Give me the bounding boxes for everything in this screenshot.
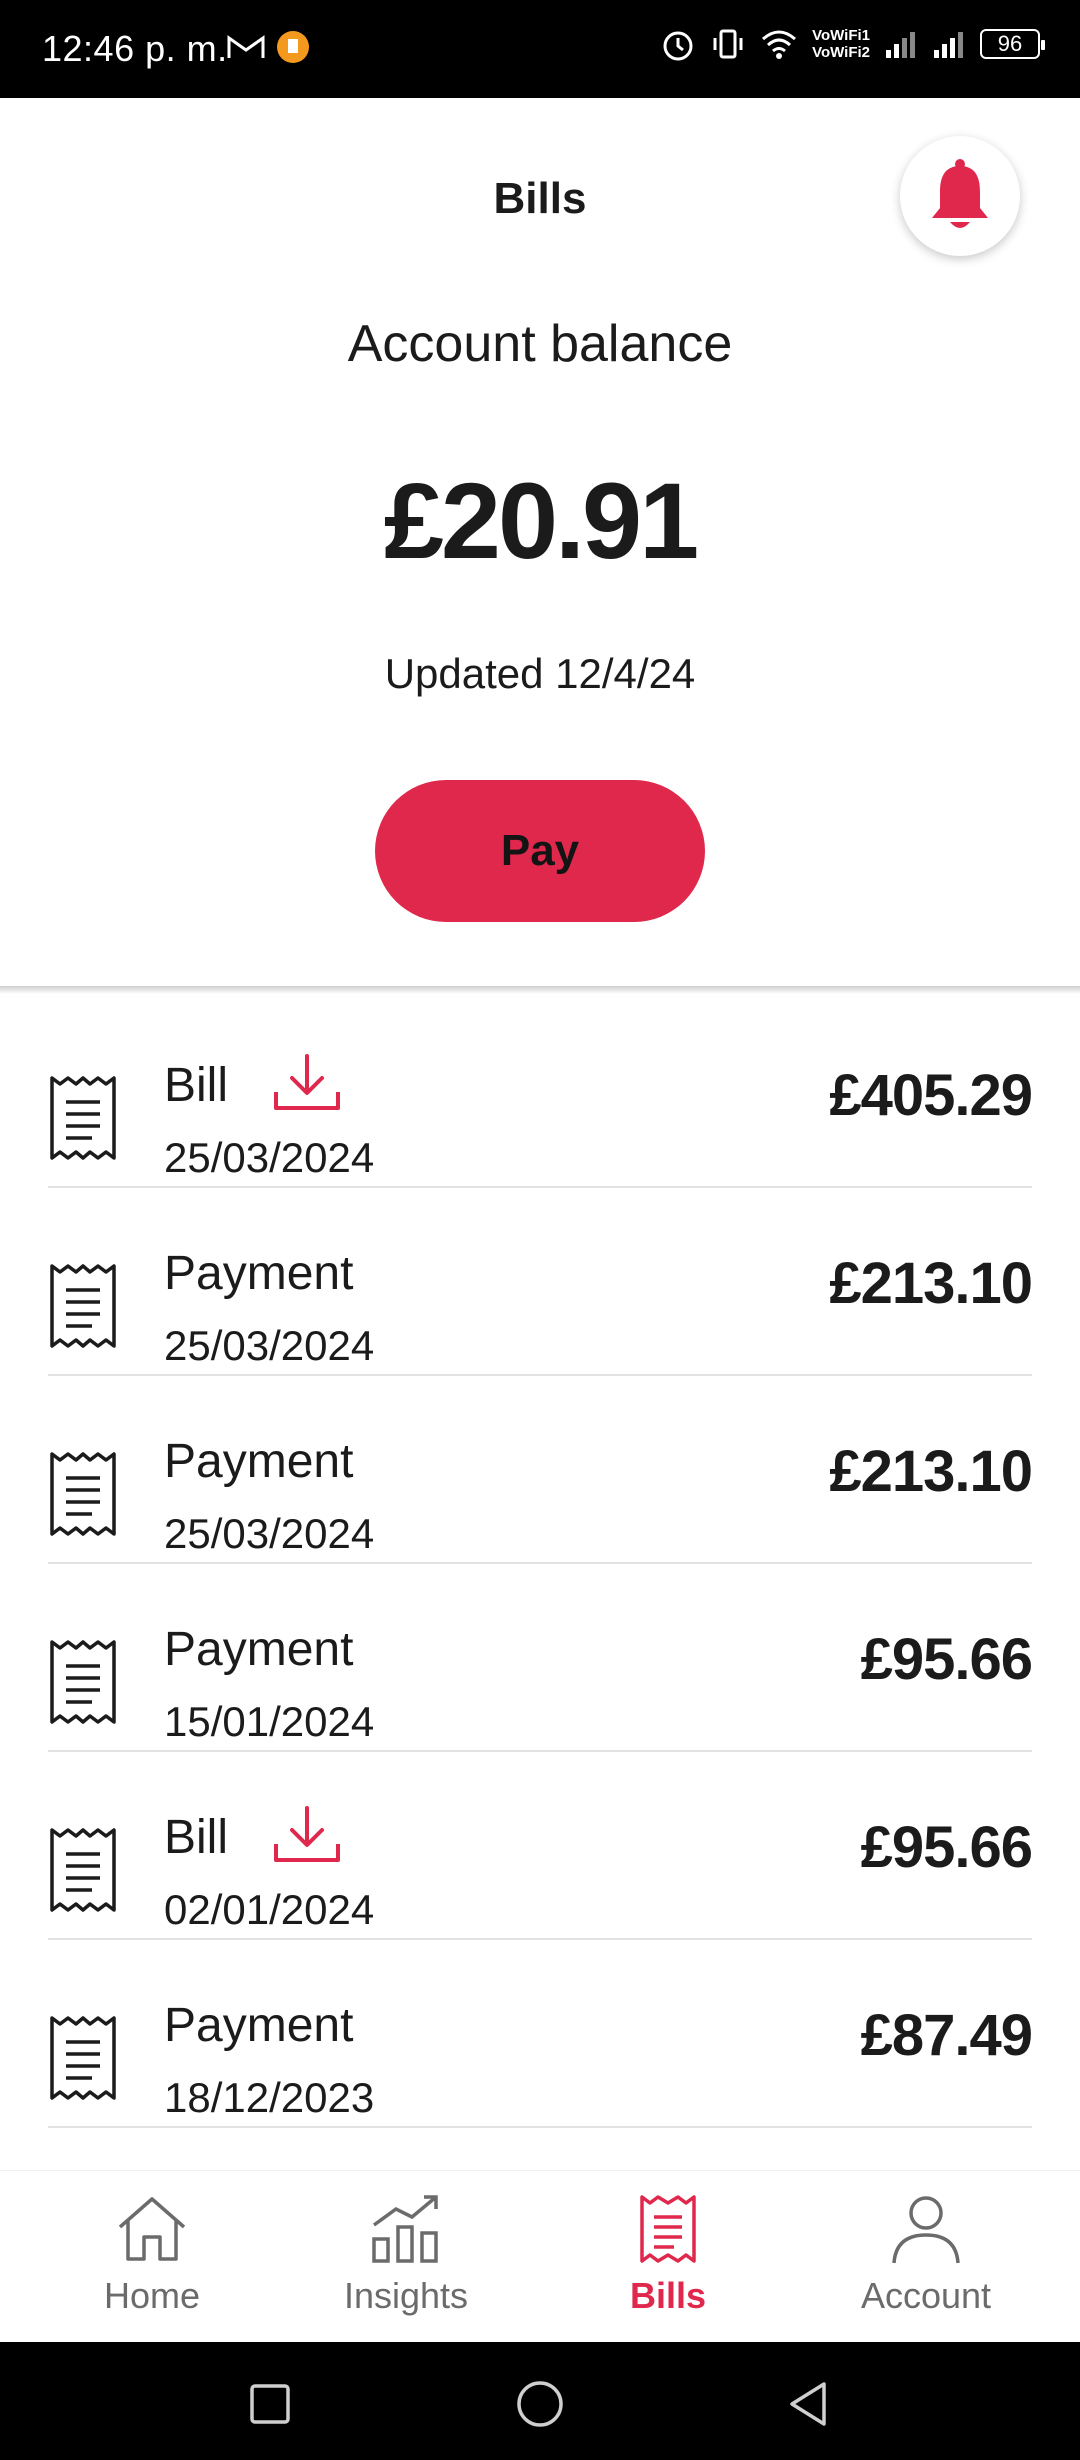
balance-header: Bills Account balance £20.91 Updated 12/… (0, 98, 1080, 986)
recent-apps-button[interactable] (240, 2374, 300, 2434)
transaction-amount: £95.66 (860, 1815, 1033, 1880)
updated-date: Updated 12/4/24 (384, 650, 696, 697)
wifi-icon (762, 30, 797, 59)
transaction-type: Payment (164, 1435, 354, 1488)
app-notification-icon (277, 31, 309, 63)
nav-item-account[interactable]: Account (826, 2193, 1026, 2317)
transaction-row[interactable]: Payment 15/01/2024 £95.66 (48, 1564, 1033, 1752)
bell-icon (932, 159, 988, 228)
transaction-row[interactable]: Bill 25/03/2024 £405.29 (48, 1000, 1033, 1188)
home-icon (118, 2197, 186, 2261)
system-nav-bar (0, 2342, 1080, 2460)
alarm-icon (663, 31, 693, 61)
balance-label: Account balance (347, 315, 733, 373)
transaction-date: 25/03/2024 (164, 1510, 375, 1557)
signal-2-icon (934, 32, 963, 58)
circle-icon (517, 2381, 563, 2427)
insights-icon (372, 2195, 438, 2263)
transaction-type: Bill (164, 1059, 229, 1112)
receipt-icon (50, 1828, 116, 1912)
square-icon (250, 2384, 290, 2424)
transaction-amount: £213.10 (829, 1439, 1033, 1504)
nav-label-account: Account (860, 2275, 992, 2316)
download-icon[interactable] (272, 1052, 342, 1114)
transaction-date: 25/03/2024 (164, 1134, 375, 1181)
bottom-nav: Home Insights Bills Account (0, 2170, 1080, 2342)
account-icon (892, 2196, 960, 2264)
transaction-amount: £87.49 (860, 2003, 1033, 2068)
nav-label-home: Home (103, 2275, 201, 2316)
vowifi-1-label: VoWiFi1 (812, 27, 870, 44)
receipt-icon (50, 1640, 116, 1724)
vowifi-2-label: VoWiFi2 (812, 44, 870, 61)
transaction-type: Payment (164, 1623, 354, 1676)
transaction-amount: £405.29 (829, 1063, 1033, 1128)
nav-item-home[interactable]: Home (52, 2193, 252, 2317)
transaction-date: 18/12/2023 (164, 2074, 375, 2121)
header-divider (0, 986, 1080, 994)
gmail-icon (227, 35, 265, 58)
receipt-icon (50, 1264, 116, 1348)
transaction-row[interactable]: Payment 25/03/2024 £213.10 (48, 1376, 1033, 1564)
transaction-row[interactable]: Payment 25/03/2024 £213.10 (48, 1188, 1033, 1376)
transaction-amount: £213.10 (829, 1251, 1033, 1316)
transaction-row[interactable]: Payment 18/12/2023 £87.49 (48, 1940, 1033, 2128)
transaction-type: Payment (164, 1247, 354, 1300)
receipt-icon (50, 2016, 116, 2100)
nav-label-bills: Bills (629, 2275, 707, 2316)
vibrate-icon (713, 29, 743, 59)
balance-amount: £20.91 (383, 460, 699, 581)
signal-1-icon (886, 32, 915, 58)
transaction-date: 25/03/2024 (164, 1322, 375, 1369)
nav-item-insights[interactable]: Insights (306, 2193, 506, 2317)
bills-icon (640, 2195, 696, 2263)
status-time: 12:46 p. m. (42, 28, 228, 69)
battery-indicator: 96 (980, 29, 1045, 59)
transaction-date: 02/01/2024 (164, 1886, 375, 1933)
download-icon[interactable] (272, 1804, 342, 1866)
status-bar: 12:46 p. m. VoWiFi1 VoWiFi2 96 (0, 0, 1080, 98)
back-button[interactable] (778, 2374, 838, 2434)
nav-label-insights: Insights (343, 2275, 469, 2316)
notifications-button[interactable] (900, 136, 1020, 256)
transaction-type: Payment (164, 1999, 354, 2052)
receipt-icon (50, 1076, 116, 1160)
transaction-row[interactable]: Bill 02/01/2024 £95.66 (48, 1752, 1033, 1940)
home-system-button[interactable] (510, 2374, 570, 2434)
transaction-amount: £95.66 (860, 1627, 1033, 1692)
back-triangle-icon (790, 2382, 826, 2426)
nav-item-bills[interactable]: Bills (568, 2193, 768, 2317)
transaction-date: 15/01/2024 (164, 1698, 375, 1745)
receipt-icon (50, 1452, 116, 1536)
transaction-type: Bill (164, 1811, 229, 1864)
pay-button[interactable]: Pay (375, 780, 705, 922)
